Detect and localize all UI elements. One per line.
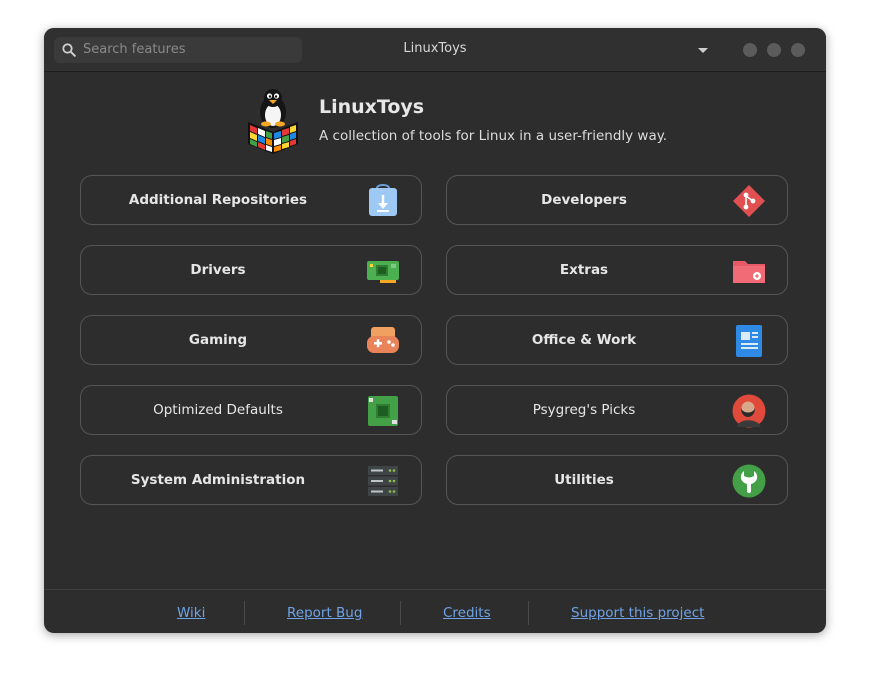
server-rack-icon xyxy=(368,466,398,496)
app-window: Search features LinuxToys LinuxToys A co… xyxy=(44,28,826,633)
category-optimized-defaults[interactable]: Optimized Defaults xyxy=(80,385,422,435)
category-label: Gaming xyxy=(188,332,248,348)
category-label: Office & Work xyxy=(531,332,637,348)
support-project-link[interactable]: Support this project xyxy=(571,605,704,621)
folder-gear-icon xyxy=(733,261,765,283)
git-icon xyxy=(733,185,765,217)
footer-divider xyxy=(528,601,529,625)
category-gaming[interactable]: Gaming xyxy=(80,315,422,365)
footer-divider xyxy=(400,601,401,625)
report-bug-link[interactable]: Report Bug xyxy=(287,605,362,621)
maximize-button[interactable] xyxy=(767,43,781,57)
minimize-button[interactable] xyxy=(743,43,757,57)
app-name: LinuxToys xyxy=(319,96,425,118)
title-bar: Search features LinuxToys xyxy=(44,28,826,72)
penguin-rubiks-cube-logo xyxy=(248,89,298,154)
avatar-icon xyxy=(732,394,766,428)
category-label: Optimized Defaults xyxy=(153,402,283,418)
footer-divider xyxy=(244,601,245,625)
document-icon xyxy=(736,325,762,357)
category-label: Drivers xyxy=(190,262,246,278)
chip-board-icon xyxy=(368,396,398,426)
category-system-administration[interactable]: System Administration xyxy=(80,455,422,505)
menu-dropdown-icon[interactable] xyxy=(697,47,709,54)
category-psygregs-picks[interactable]: Psygreg's Picks xyxy=(446,385,788,435)
wrench-icon xyxy=(732,464,766,498)
circuit-board-icon xyxy=(367,261,399,283)
credits-link[interactable]: Credits xyxy=(443,605,491,621)
category-label: Additional Repositories xyxy=(128,192,308,208)
close-button[interactable] xyxy=(791,43,805,57)
footer: Wiki Report Bug Credits Support this pro… xyxy=(44,589,826,633)
package-bag-icon xyxy=(369,184,397,216)
category-developers[interactable]: Developers xyxy=(446,175,788,225)
category-utilities[interactable]: Utilities xyxy=(446,455,788,505)
category-drivers[interactable]: Drivers xyxy=(80,245,422,295)
gamepad-icon xyxy=(367,327,399,353)
category-label: Psygreg's Picks xyxy=(532,402,636,418)
app-description: A collection of tools for Linux in a use… xyxy=(319,128,668,144)
category-office-work[interactable]: Office & Work xyxy=(446,315,788,365)
category-label: System Administration xyxy=(130,472,306,488)
category-label: Utilities xyxy=(554,472,614,488)
wiki-link[interactable]: Wiki xyxy=(177,605,205,621)
category-extras[interactable]: Extras xyxy=(446,245,788,295)
category-additional-repositories[interactable]: Additional Repositories xyxy=(80,175,422,225)
category-label: Extras xyxy=(559,262,609,278)
category-label: Developers xyxy=(541,192,627,208)
